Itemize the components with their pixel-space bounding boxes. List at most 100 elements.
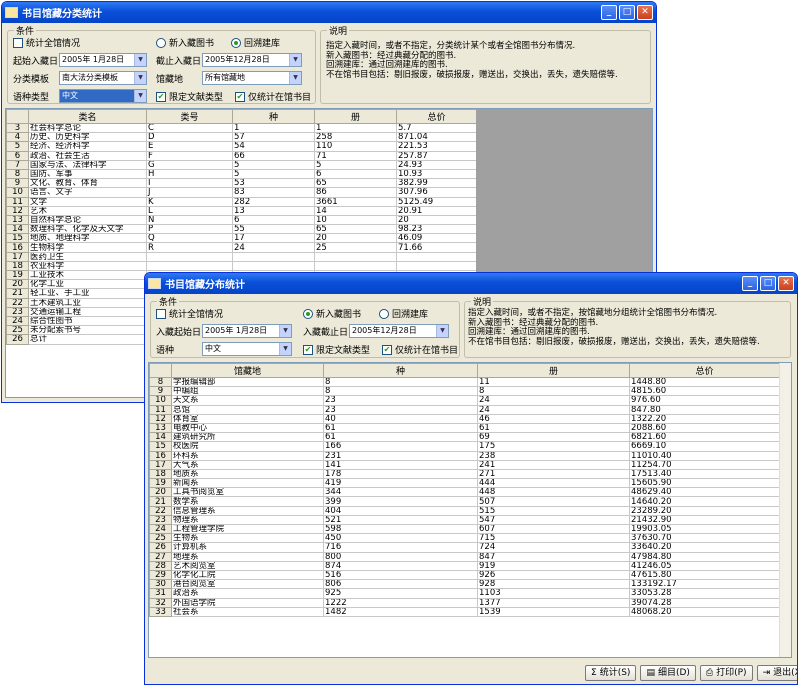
start-date-picker[interactable]: 2005年 1月28日 ▼ xyxy=(59,53,147,67)
checkbox-box[interactable] xyxy=(156,308,166,319)
table-row[interactable]: 15 地质、地理科学 Q 17 20 46.09 xyxy=(6,233,477,244)
column-header[interactable]: 总价 xyxy=(629,363,780,378)
chevron-down-icon[interactable]: ▼ xyxy=(289,54,301,66)
table-row[interactable]: 14 数理科学、化学及天文学 P 55 65 98.23 xyxy=(6,224,477,235)
table-row[interactable]: 9 文化、教育、体育 I 53 65 382.99 xyxy=(6,178,477,189)
column-header[interactable]: 种 xyxy=(232,109,315,124)
column-header[interactable]: 总价 xyxy=(396,109,477,124)
table-row[interactable]: 23 物理系 521 547 21432.90 xyxy=(149,514,780,526)
table-row[interactable]: 17 大气系 141 241 11254.70 xyxy=(149,459,780,470)
table-row[interactable]: 16 生物科学 R 24 25 71.66 xyxy=(6,242,477,253)
location-stats-table[interactable]: 馆藏地 种 册 总价 8 学报编辑部 8 11 1448.80 9 中编组 8 8 4815.60… xyxy=(148,362,792,658)
language-select[interactable]: 中文 ▼ xyxy=(202,342,292,356)
close-icon[interactable]: ✕ xyxy=(637,5,653,20)
radio-dot[interactable] xyxy=(231,37,241,48)
stat-button[interactable]: Σ 统计(S) xyxy=(585,665,637,681)
exit-button[interactable]: ⇥退出(X) xyxy=(756,665,797,681)
table-row[interactable]: 22 信息管理系 404 515 23289.20 xyxy=(149,505,780,516)
table-row[interactable]: 30 港台阅览室 806 928 133192.17 xyxy=(149,579,780,590)
table-row[interactable]: 24 工程管理学院 598 607 19903.05 xyxy=(149,523,780,535)
table-row[interactable]: 12 体育室 40 46 1322.20 xyxy=(149,413,780,424)
retro-build-radio[interactable]: 回溯建库 xyxy=(379,307,428,320)
table-row[interactable]: 26 计算机系 716 724 33640.20 xyxy=(149,542,780,553)
table-row[interactable]: 4 历史、历史科学 D 57 258 871.04 xyxy=(6,132,477,143)
checkbox-box[interactable] xyxy=(13,37,23,48)
table-row[interactable]: 7 国家与法、法律科学 G 5 5 24.93 xyxy=(6,159,477,170)
column-header[interactable]: 册 xyxy=(477,363,630,378)
table-row[interactable]: 32 外国语学院 1222 1377 39074.28 xyxy=(149,597,780,608)
table-row[interactable]: 20 工具书阅览室 344 448 48629.40 xyxy=(149,487,780,498)
maximize-icon[interactable]: □ xyxy=(619,5,635,20)
table-row[interactable]: 8 学报编辑部 8 11 1448.80 xyxy=(149,376,780,388)
checkbox-box[interactable]: ✔ xyxy=(303,344,313,355)
table-row[interactable]: 15 校医院 166 175 6669.10 xyxy=(149,441,780,452)
retro-build-radio[interactable]: 回溯建库 xyxy=(231,36,280,49)
maximize-icon[interactable]: □ xyxy=(760,276,776,291)
chevron-down-icon[interactable]: ▼ xyxy=(134,72,146,84)
minimize-icon[interactable]: _ xyxy=(601,5,617,20)
table-row[interactable]: 19 新闻系 419 444 15605.90 xyxy=(149,478,780,489)
radio-dot[interactable] xyxy=(379,308,389,319)
table-row[interactable]: 11 文学 K 282 3661 5125.49 xyxy=(6,196,477,207)
column-header[interactable]: 馆藏地 xyxy=(171,363,324,378)
end-date-picker[interactable]: 2005年12月28日 ▼ xyxy=(202,53,302,67)
whole-library-checkbox[interactable]: 统计全馆情况 xyxy=(156,307,223,320)
checkbox-box[interactable]: ✔ xyxy=(156,91,166,102)
template-select[interactable]: 南大法分类模板 ▼ xyxy=(59,71,147,85)
checkbox-box[interactable]: ✔ xyxy=(235,91,245,102)
print-button[interactable]: ⎙ 打印(P) xyxy=(699,665,753,681)
in-library-only-checkbox[interactable]: ✔ 仅统计在馆书目 xyxy=(382,343,458,356)
chevron-down-icon[interactable]: ▼ xyxy=(289,72,301,84)
table-row[interactable]: 12 艺术 L 13 14 20.91 xyxy=(6,205,477,216)
table-row[interactable]: 31 政治系 925 1103 33053.28 xyxy=(149,588,780,599)
column-header[interactable]: 种 xyxy=(323,363,478,378)
new-books-radio[interactable]: 新入藏图书 xyxy=(156,36,214,49)
chevron-down-icon[interactable]: ▼ xyxy=(134,54,146,66)
table-row[interactable]: 14 建筑研究所 61 69 6821.60 xyxy=(149,432,780,443)
radio-dot[interactable] xyxy=(303,308,313,319)
end-date-picker[interactable]: 2005年12月28日 ▼ xyxy=(349,324,449,338)
close-icon[interactable]: ✕ xyxy=(778,276,794,291)
column-header[interactable]: 类号 xyxy=(146,109,233,124)
location-select[interactable]: 所有馆藏地 ▼ xyxy=(202,71,302,85)
table-row[interactable]: 11 总馆 23 24 847.80 xyxy=(149,404,780,415)
table-row[interactable]: 25 生物系 450 715 37630.70 xyxy=(149,533,780,544)
table-row[interactable]: 27 地理系 800 847 47984.80 xyxy=(149,551,780,562)
table-row[interactable]: 18 农业科学 xyxy=(6,260,477,272)
detail-button[interactable]: ▤ 细目(D) xyxy=(640,665,696,681)
table-row[interactable]: 8 国防、军事 H 5 6 10.93 xyxy=(6,168,477,180)
table-row[interactable]: 9 中编组 8 8 4815.60 xyxy=(149,386,780,397)
table-cell: 艺术 xyxy=(28,205,147,216)
doc-type-checkbox[interactable]: ✔ 限定文献类型 xyxy=(303,343,370,356)
table-row[interactable]: 13 电教中心 61 61 2088.60 xyxy=(149,422,780,434)
table-row[interactable]: 10 语言、文字 J 83 86 307.96 xyxy=(6,187,477,198)
table-row[interactable]: 16 环科系 231 238 11010.40 xyxy=(149,450,780,461)
radio-dot[interactable] xyxy=(156,37,166,48)
table-row[interactable]: 5 经济、经济科学 E 54 110 221.53 xyxy=(6,141,477,152)
chevron-down-icon[interactable]: ▼ xyxy=(134,90,146,102)
doc-type-checkbox[interactable]: ✔ 限定文献类型 xyxy=(156,90,223,103)
new-books-radio[interactable]: 新入藏图书 xyxy=(303,307,361,320)
chevron-down-icon[interactable]: ▼ xyxy=(279,325,291,337)
chevron-down-icon[interactable]: ▼ xyxy=(279,343,291,355)
in-library-only-checkbox[interactable]: ✔ 仅统计在馆书目 xyxy=(235,90,311,103)
table-row[interactable]: 21 数学系 399 507 14640.20 xyxy=(149,496,780,507)
table-row[interactable]: 13 自然科学总论 N 6 10 20 xyxy=(6,214,477,226)
whole-library-checkbox[interactable]: 统计全馆情况 xyxy=(13,36,80,49)
column-header[interactable]: 类名 xyxy=(28,109,147,124)
table-row[interactable]: 18 地质系 178 271 17513.40 xyxy=(149,468,780,480)
start-date-picker[interactable]: 2005年 1月28日 ▼ xyxy=(202,324,292,338)
table-row[interactable]: 28 艺术阅览室 874 919 41246.05 xyxy=(149,560,780,571)
table-row[interactable]: 33 社会系 1482 1539 48068.20 xyxy=(149,606,780,617)
table-row[interactable]: 17 医药卫生 xyxy=(6,251,477,262)
table-row[interactable]: 29 化学化工院 516 926 47615.80 xyxy=(149,569,780,581)
table-row[interactable]: 3 社会科学总论 C 1 1 5.7 xyxy=(6,122,477,134)
table-row[interactable]: 6 政治、社会生活 F 66 71 257.87 xyxy=(6,150,477,161)
checkbox-box[interactable]: ✔ xyxy=(382,344,392,355)
vertical-scrollbar[interactable] xyxy=(779,363,791,657)
minimize-icon[interactable]: _ xyxy=(742,276,758,291)
table-row[interactable]: 10 天文系 23 24 976.60 xyxy=(149,395,780,406)
column-header[interactable]: 册 xyxy=(314,109,397,124)
language-select[interactable]: 中文 ▼ xyxy=(59,89,147,103)
chevron-down-icon[interactable]: ▼ xyxy=(436,325,448,337)
